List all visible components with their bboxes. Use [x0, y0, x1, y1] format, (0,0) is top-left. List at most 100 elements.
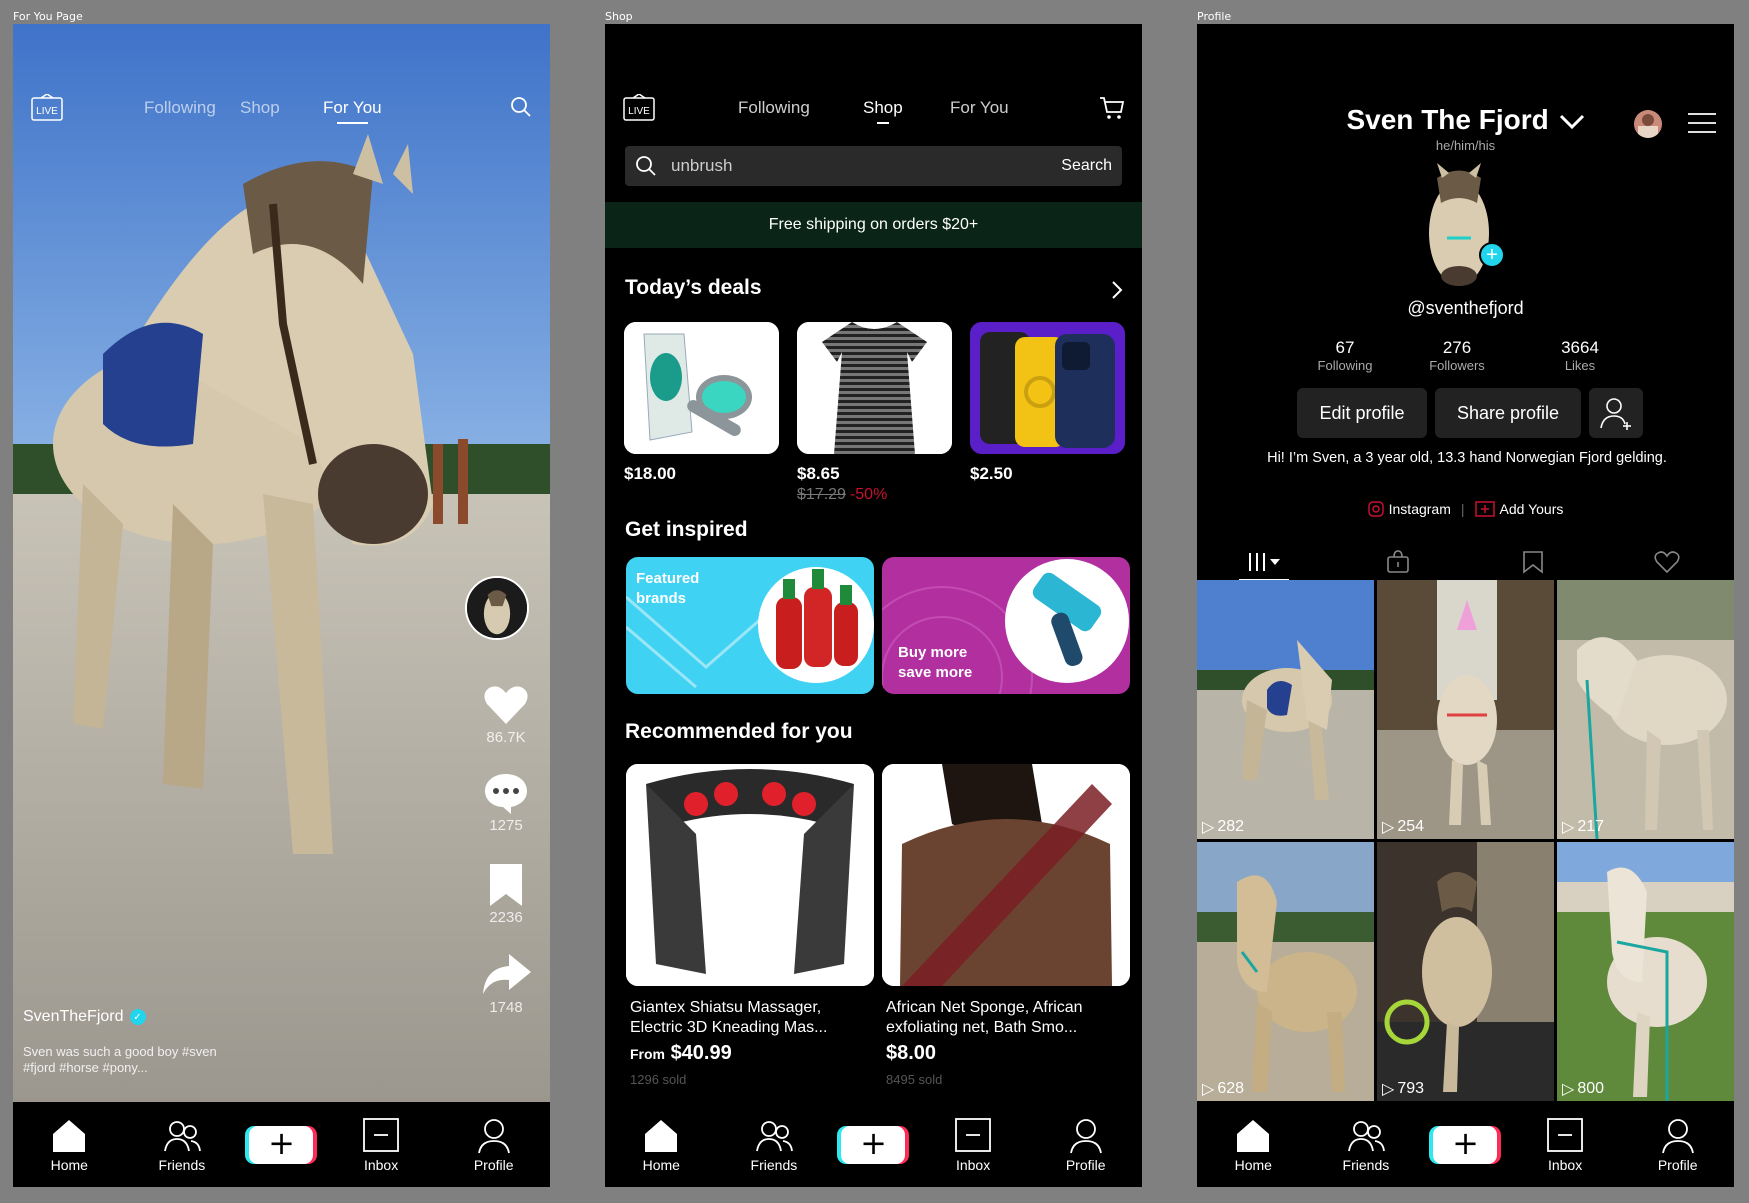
- like-action[interactable]: 86.7K: [471, 684, 541, 746]
- share-action[interactable]: 1748: [471, 954, 541, 1016]
- chevron-right-icon[interactable]: [1110, 280, 1124, 300]
- tab-videos[interactable]: [1239, 547, 1290, 581]
- friends-icon: [164, 1120, 201, 1151]
- play-icon: ▷: [1562, 1081, 1575, 1098]
- video-tile[interactable]: ▷ 254: [1377, 580, 1554, 839]
- live-icon[interactable]: LIVE: [31, 94, 63, 122]
- nav-friends[interactable]: Friends: [1321, 1117, 1411, 1173]
- tile-view-count: ▷ 217: [1562, 817, 1604, 837]
- hamburger-menu-icon[interactable]: [1687, 112, 1717, 134]
- deal-card-phone-case[interactable]: [970, 322, 1125, 454]
- play-icon: ▷: [1202, 1081, 1215, 1098]
- account-switch-avatar[interactable]: [1634, 110, 1662, 138]
- nav-profile[interactable]: Profile: [1633, 1117, 1723, 1173]
- live-icon[interactable]: LIVE: [623, 94, 655, 122]
- horse-video[interactable]: [13, 24, 550, 1102]
- nav-friends[interactable]: Friends: [729, 1117, 819, 1173]
- video-caption: Sven was such a good boy #sven #fjord #h…: [23, 1044, 217, 1075]
- deal-old-price-2: $17.29 -50%: [797, 486, 887, 504]
- create-button[interactable]: +: [249, 1125, 314, 1164]
- nav-home[interactable]: Home: [616, 1117, 706, 1173]
- add-story-button[interactable]: +: [1479, 242, 1505, 268]
- tab-shop-items[interactable]: [1378, 547, 1418, 577]
- frame-label-shop: Shop: [605, 10, 633, 23]
- save-action[interactable]: 2236: [471, 864, 541, 926]
- nav-home-label: Home: [50, 1156, 88, 1173]
- search-icon: [636, 156, 656, 176]
- video-grid-icon: [1249, 553, 1281, 571]
- profile-handle: @sventhefjord: [1407, 298, 1524, 318]
- create-button[interactable]: +: [1433, 1125, 1498, 1164]
- nav-home[interactable]: Home: [24, 1117, 114, 1173]
- search-icon[interactable]: [510, 96, 532, 118]
- nav-inbox[interactable]: Inbox: [336, 1117, 426, 1173]
- heart-icon: [484, 686, 528, 724]
- tile-view-count: ▷ 282: [1202, 817, 1244, 837]
- net-sponge-product-image: [882, 764, 1130, 986]
- recommended-title: Recommended for you: [625, 720, 853, 743]
- tab-following[interactable]: Following: [738, 98, 810, 118]
- search-button[interactable]: Search: [1061, 157, 1112, 175]
- chevron-down-icon: [1559, 114, 1584, 129]
- stat-followers[interactable]: 276 Followers: [1402, 338, 1512, 373]
- rec-sold-massager: 1296 sold: [630, 1072, 687, 1087]
- share-profile-button[interactable]: Share profile: [1435, 388, 1581, 438]
- video-username[interactable]: SvenTheFjord ✓: [23, 1008, 146, 1026]
- deal-card-dress[interactable]: [797, 322, 952, 454]
- video-tile[interactable]: ▷ 628: [1197, 842, 1374, 1101]
- inbox-icon: [955, 1117, 991, 1152]
- horse-stall-thumbnail: [1377, 842, 1554, 1101]
- nav-inbox[interactable]: Inbox: [928, 1117, 1018, 1173]
- shopping-bag-icon: [1387, 550, 1410, 573]
- nav-inbox[interactable]: Inbox: [1520, 1117, 1610, 1173]
- tab-shop[interactable]: Shop: [863, 98, 903, 124]
- creator-avatar[interactable]: [465, 576, 529, 640]
- video-grid: ▷ 282 ▷ 254 ▷ 217 ▷ 628 ▷ 793 ▷ 800: [1197, 580, 1734, 1102]
- bottom-nav: Home Friends + Inbox Profile: [605, 1102, 1142, 1187]
- home-icon: [645, 1119, 678, 1152]
- inbox-icon: [363, 1117, 399, 1152]
- nav-profile[interactable]: Profile: [1041, 1117, 1131, 1173]
- add-friend-button[interactable]: [1589, 388, 1643, 438]
- edit-profile-button[interactable]: Edit profile: [1297, 388, 1427, 438]
- play-icon: ▷: [1202, 819, 1215, 836]
- comment-action[interactable]: 1275: [471, 772, 541, 834]
- video-tile[interactable]: ▷ 217: [1557, 580, 1734, 839]
- tab-following[interactable]: Following: [144, 98, 216, 118]
- nav-profile[interactable]: Profile: [449, 1117, 539, 1173]
- stat-likes[interactable]: 3664 Likes: [1525, 338, 1635, 373]
- deal-card-hairbrush[interactable]: [624, 322, 779, 454]
- free-shipping-banner[interactable]: Free shipping on orders $20+: [605, 202, 1142, 248]
- tab-for-you[interactable]: For You: [323, 98, 382, 124]
- heart-outline-icon: [1654, 551, 1680, 574]
- profile-screen: Sven The Fjord he/him/his + @sventhefjor…: [1197, 24, 1734, 1187]
- rec-price-sponge: $8.00: [886, 1042, 937, 1064]
- cart-icon[interactable]: [1099, 96, 1125, 120]
- video-tile[interactable]: ▷ 793: [1377, 842, 1554, 1101]
- featured-brands-card[interactable]: Featured brands: [626, 557, 874, 694]
- tab-liked[interactable]: [1647, 547, 1687, 577]
- phone-case-product-image: [970, 322, 1125, 454]
- buy-more-save-more-card[interactable]: Buy more save more: [882, 557, 1130, 694]
- views-number: 800: [1577, 1080, 1605, 1097]
- stat-following[interactable]: 67 Following: [1290, 338, 1400, 373]
- frame-label-profile: Profile: [1197, 10, 1232, 23]
- rec-card-net-sponge[interactable]: [882, 764, 1130, 986]
- add-yours-link[interactable]: Add Yours: [1474, 501, 1563, 517]
- nav-inbox-label: Inbox: [1547, 1156, 1583, 1173]
- video-tile[interactable]: ▷ 800: [1557, 842, 1734, 1101]
- shop-search-input[interactable]: [671, 156, 1062, 176]
- rec-card-massager[interactable]: [626, 764, 874, 986]
- tab-shop[interactable]: Shop: [240, 98, 280, 118]
- tab-saved[interactable]: [1513, 547, 1553, 577]
- tab-for-you[interactable]: For You: [950, 98, 1009, 118]
- video-tile[interactable]: ▷ 282: [1197, 580, 1374, 839]
- instagram-link[interactable]: Instagram: [1367, 501, 1451, 517]
- create-button[interactable]: +: [841, 1125, 906, 1164]
- svg-text:LIVE: LIVE: [36, 106, 58, 117]
- nav-friends[interactable]: Friends: [137, 1117, 227, 1173]
- nav-inbox-label: Inbox: [955, 1156, 991, 1173]
- foryou-screen: LIVE Following Shop For You 86.7K 1275 2…: [13, 24, 550, 1187]
- nav-home[interactable]: Home: [1208, 1117, 1298, 1173]
- profile-avatar[interactable]: +: [1397, 158, 1521, 288]
